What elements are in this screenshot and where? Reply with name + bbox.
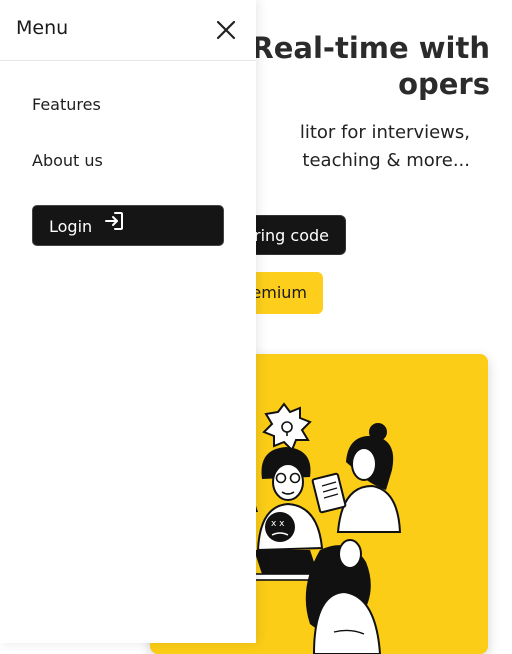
lightbulb-burst	[262, 402, 312, 452]
close-menu-button[interactable]	[212, 16, 240, 44]
login-label: Login	[49, 217, 93, 236]
menu-drawer: Menu Features About us Login	[0, 0, 256, 643]
login-arrow-icon	[103, 207, 125, 246]
svg-text:x x: x x	[271, 519, 285, 529]
nav-item-about-us[interactable]: About us	[32, 151, 103, 170]
menu-title: Menu	[16, 17, 69, 39]
menu-header: Menu	[0, 0, 256, 61]
nav-item-features[interactable]: Features	[32, 95, 101, 114]
login-button[interactable]: Login	[32, 205, 224, 246]
close-icon	[216, 20, 236, 40]
